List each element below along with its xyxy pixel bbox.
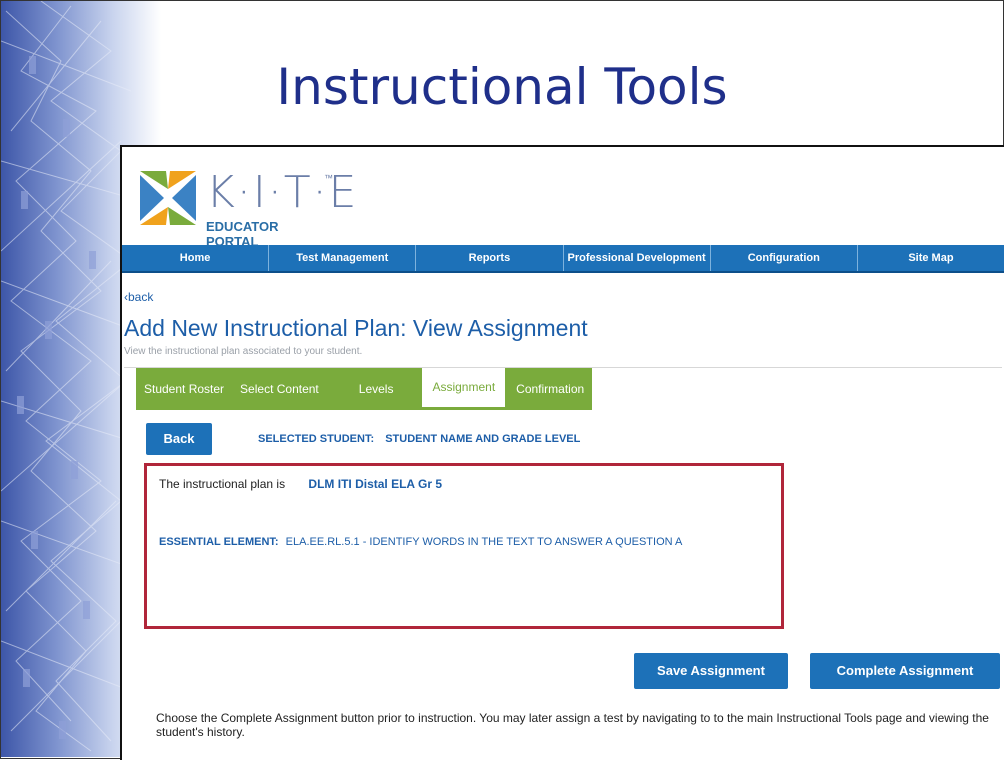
tab-student-roster[interactable]: Student Roster: [136, 368, 233, 410]
tab-select-content[interactable]: Select Content: [232, 368, 333, 410]
wizard-tabs: Student Roster Select Content Levels Ass…: [136, 368, 593, 410]
selected-student-info: SELECTED STUDENT: STUDENT NAME AND GRADE…: [258, 433, 588, 445]
nav-item-site-map[interactable]: Site Map: [858, 245, 1004, 271]
kite-logo[interactable]: K·I·T·E ™ EDUCATOR PORTAL: [136, 167, 356, 249]
nav-item-configuration[interactable]: Configuration: [711, 245, 858, 271]
essential-element: ESSENTIAL ELEMENT: ELA.EE.RL.5.1 - IDENT…: [159, 536, 682, 548]
complete-assignment-button[interactable]: Complete Assignment: [810, 653, 1000, 689]
instructional-plan-box: The instructional plan is DLM ITI Distal…: [144, 463, 784, 629]
slide-title: Instructional Tools: [276, 58, 728, 116]
nav-item-test-management[interactable]: Test Management: [269, 245, 417, 271]
plan-name: DLM ITI Distal ELA Gr 5: [308, 477, 442, 491]
nav-item-reports[interactable]: Reports: [416, 245, 564, 271]
trademark-symbol: ™: [324, 173, 333, 183]
plan-summary: The instructional plan is DLM ITI Distal…: [159, 477, 442, 491]
essential-element-value: ELA.EE.RL.5.1 - IDENTIFY WORDS IN THE TE…: [285, 536, 683, 548]
selected-student-value: STUDENT NAME AND GRADE LEVEL: [385, 433, 581, 445]
nav-item-home[interactable]: Home: [122, 245, 270, 271]
kite-logo-icon: [140, 171, 196, 225]
page-subtitle: View the instructional plan associated t…: [124, 346, 363, 357]
tab-levels[interactable]: Levels: [332, 368, 420, 410]
back-button[interactable]: Back: [146, 423, 212, 455]
main-navigation: Home Test Management Reports Professiona…: [122, 245, 1004, 273]
selected-student-label: SELECTED STUDENT:: [258, 433, 375, 445]
tab-assignment[interactable]: Assignment: [419, 368, 509, 410]
kite-wordmark: K·I·T·E: [206, 167, 359, 218]
essential-element-label: ESSENTIAL ELEMENT:: [159, 536, 279, 548]
plan-intro-text: The instructional plan is: [159, 477, 286, 491]
save-assignment-button[interactable]: Save Assignment: [634, 653, 788, 689]
instructions-text: Choose the Complete Assignment button pr…: [156, 711, 989, 739]
nav-item-professional-development[interactable]: Professional Development: [564, 245, 711, 271]
tab-confirmation[interactable]: Confirmation: [508, 368, 593, 410]
page-title: Add New Instructional Plan: View Assignm…: [124, 315, 588, 341]
screenshot-panel: K·I·T·E ™ EDUCATOR PORTAL Home Test Mana…: [120, 145, 1004, 760]
back-link[interactable]: ‹back: [124, 290, 153, 304]
